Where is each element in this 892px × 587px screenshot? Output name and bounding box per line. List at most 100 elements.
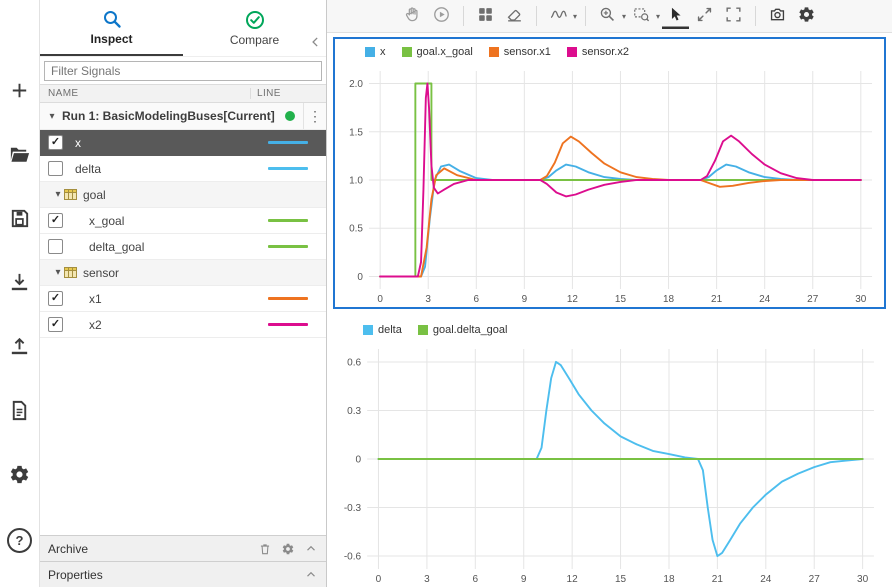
chevron-up-icon[interactable] <box>303 567 318 582</box>
signal-browser-panel: Inspect Compare NAME LINE ▾ Run 1: Basic… <box>40 0 327 587</box>
checkbox-delta[interactable] <box>48 161 63 176</box>
run-row[interactable]: ▾ Run 1: BasicModelingBuses[Current] ⋮ <box>40 103 326 130</box>
time-plot-1[interactable]: 03691215182124273000.51.01.52.0 <box>335 65 884 307</box>
svg-text:1.5: 1.5 <box>349 127 363 138</box>
caret-down-icon[interactable]: ▾ <box>52 189 64 200</box>
caret-down-icon[interactable]: ▾ <box>46 111 58 122</box>
signal-style-button[interactable] <box>545 3 572 29</box>
help-button[interactable]: ? <box>6 526 34 554</box>
tab-inspect[interactable]: Inspect <box>40 0 183 56</box>
import-button[interactable] <box>6 270 34 298</box>
svg-text:24: 24 <box>759 294 771 305</box>
signal-name: x1 <box>63 292 250 306</box>
signal-name: x <box>63 136 250 150</box>
svg-text:18: 18 <box>663 574 675 585</box>
run-status-dot <box>285 111 295 121</box>
save-icon <box>8 207 31 233</box>
expand-diagonal-icon <box>695 5 714 27</box>
toolbar-separator <box>463 6 464 26</box>
chevron-up-icon[interactable] <box>303 541 318 556</box>
open-button[interactable] <box>6 142 34 170</box>
report-button[interactable] <box>6 398 34 426</box>
trash-icon[interactable] <box>257 541 272 556</box>
clear-plots-button[interactable] <box>501 3 528 29</box>
svg-text:-0.3: -0.3 <box>344 503 362 514</box>
chevron-down-icon[interactable]: ▾ <box>656 12 660 21</box>
settings-button[interactable] <box>793 3 820 29</box>
bus-icon <box>64 188 78 201</box>
signal-row-x2[interactable]: x2 <box>40 312 326 338</box>
line-sample-x2 <box>268 323 308 326</box>
legend-swatch-icon <box>365 47 375 57</box>
svg-text:12: 12 <box>567 294 579 305</box>
svg-text:6: 6 <box>473 574 479 585</box>
zoom-region-button[interactable] <box>628 3 655 29</box>
line-sample-x <box>268 141 308 144</box>
group-row-goal[interactable]: ▾ goal <box>40 182 326 208</box>
svg-text:24: 24 <box>760 574 772 585</box>
check-circle-icon <box>245 10 265 30</box>
checkbox-delta-goal[interactable] <box>48 239 63 254</box>
chevron-down-icon[interactable]: ▾ <box>622 12 626 21</box>
legend-item[interactable]: sensor.x2 <box>567 46 629 58</box>
filter-signals-input[interactable] <box>44 61 322 81</box>
checkbox-x[interactable] <box>48 135 63 150</box>
time-plot-2[interactable]: 036912151821242730-0.6-0.300.30.6 <box>333 343 886 587</box>
replay-button[interactable] <box>428 3 455 29</box>
subplot-1-selected[interactable]: xgoal.x_goalsensor.x1sensor.x2 036912151… <box>333 37 886 309</box>
toolbar-separator <box>536 6 537 26</box>
legend-item[interactable]: x <box>365 46 386 58</box>
tab-compare-label: Compare <box>230 33 279 47</box>
legend-item[interactable]: goal.x_goal <box>402 46 473 58</box>
legend-label: delta <box>378 324 402 336</box>
search-icon <box>102 9 122 29</box>
chevron-down-icon[interactable]: ▾ <box>573 12 577 21</box>
add-button[interactable] <box>6 78 34 106</box>
fullscreen-button[interactable] <box>720 3 747 29</box>
legend-item[interactable]: delta <box>363 324 402 336</box>
more-options-icon[interactable]: ⋮ <box>303 103 326 129</box>
checkbox-x2[interactable] <box>48 317 63 332</box>
zoom-in-icon <box>598 5 617 27</box>
archive-section[interactable]: Archive <box>40 535 326 561</box>
signal-row-x-goal[interactable]: x_goal <box>40 208 326 234</box>
legend-swatch-icon <box>567 47 577 57</box>
signal-row-x1[interactable]: x1 <box>40 286 326 312</box>
pan-tool-button[interactable] <box>399 3 426 29</box>
save-button[interactable] <box>6 206 34 234</box>
layout-button[interactable] <box>472 3 499 29</box>
toolbar-separator <box>585 6 586 26</box>
fit-to-view-button[interactable] <box>691 3 718 29</box>
signal-row-x[interactable]: x <box>40 130 326 156</box>
signal-row-delta[interactable]: delta <box>40 156 326 182</box>
tab-compare[interactable]: Compare <box>183 0 326 56</box>
gear-icon[interactable] <box>280 541 295 556</box>
toolbar-separator <box>755 6 756 26</box>
zoom-region-icon <box>632 5 651 27</box>
column-line: LINE <box>250 88 326 99</box>
export-button[interactable] <box>6 334 34 362</box>
app-toolbar: ? <box>0 0 40 587</box>
legend-item[interactable]: sensor.x1 <box>489 46 551 58</box>
legend-item[interactable]: goal.delta_goal <box>418 324 508 336</box>
legend-label: x <box>380 46 386 58</box>
pointer-tool-button[interactable] <box>662 3 689 29</box>
play-circle-icon <box>432 5 451 27</box>
checkbox-x1[interactable] <box>48 291 63 306</box>
zoom-in-button[interactable] <box>594 3 621 29</box>
tab-inspect-label: Inspect <box>90 32 132 46</box>
properties-section[interactable]: Properties <box>40 561 326 587</box>
svg-text:0: 0 <box>377 294 383 305</box>
caret-down-icon[interactable]: ▾ <box>52 267 64 278</box>
snapshot-button[interactable] <box>764 3 791 29</box>
preferences-button[interactable] <box>6 462 34 490</box>
legend: delta goal.delta_goal <box>333 317 886 343</box>
checkbox-x-goal[interactable] <box>48 213 63 228</box>
signal-row-delta-goal[interactable]: delta_goal <box>40 234 326 260</box>
group-row-sensor[interactable]: ▾ sensor <box>40 260 326 286</box>
svg-text:9: 9 <box>522 294 528 305</box>
group-name: goal <box>83 188 250 202</box>
collapse-panel-icon[interactable] <box>308 34 324 50</box>
subplot-2[interactable]: deltagoal.delta_goal 036912151821242730-… <box>333 317 886 587</box>
svg-text:30: 30 <box>857 574 869 585</box>
